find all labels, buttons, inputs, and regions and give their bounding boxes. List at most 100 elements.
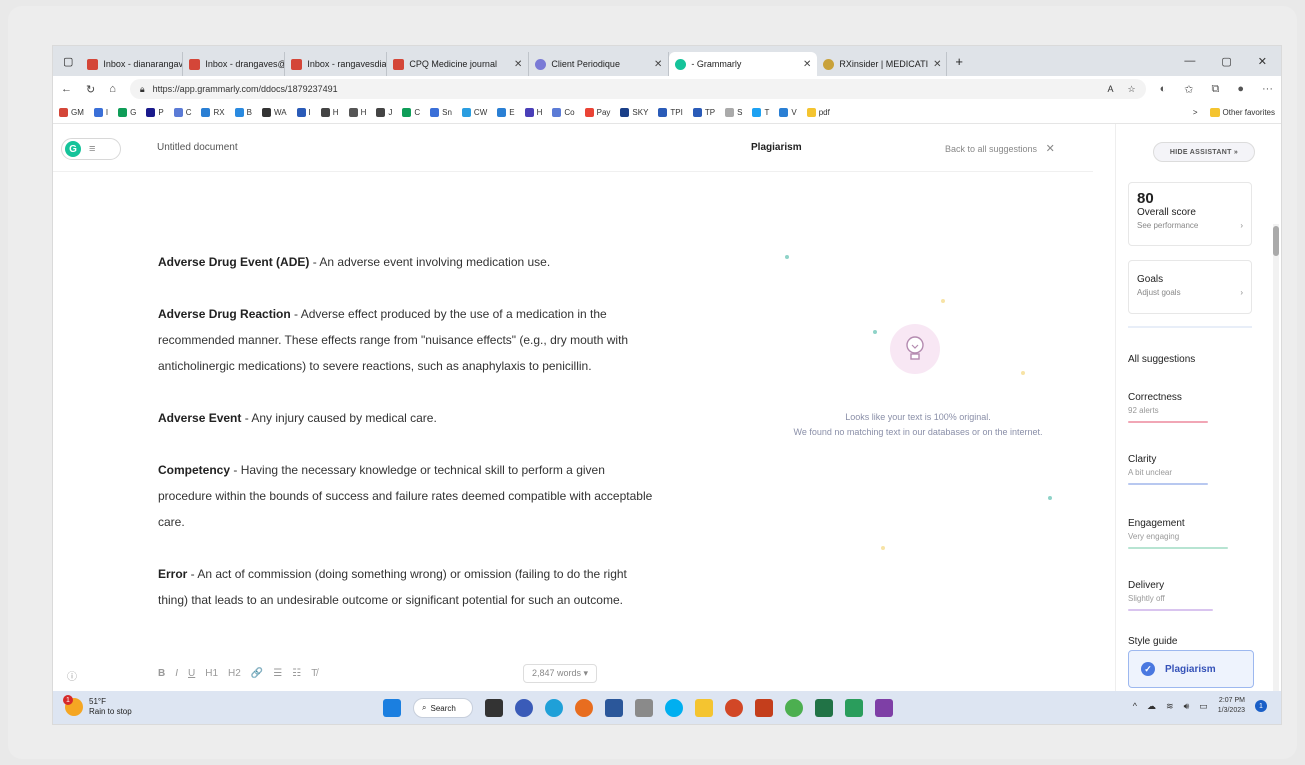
bookmark-item[interactable]: Co — [552, 108, 575, 117]
bookmark-item[interactable]: GM — [59, 108, 84, 117]
underline-button[interactable]: U — [188, 668, 195, 679]
document-body[interactable]: Adverse Drug Event (ADE) - An adverse ev… — [158, 249, 658, 639]
hide-assistant-button[interactable]: HIDE ASSISTANT » — [1153, 142, 1255, 162]
bookmark-item[interactable]: V — [779, 108, 797, 117]
italic-button[interactable]: I — [175, 668, 178, 679]
close-window-icon[interactable]: ✕ — [1258, 55, 1267, 68]
tray-chevron-icon[interactable]: ^ — [1133, 701, 1137, 711]
other-favorites-folder[interactable]: Other favorites — [1209, 108, 1275, 117]
chrome-icon[interactable] — [785, 699, 803, 717]
bookmark-item[interactable]: RX — [201, 108, 225, 117]
cloud-icon[interactable]: ☁ — [1147, 701, 1156, 712]
file-explorer-icon[interactable] — [695, 699, 713, 717]
bookmark-item[interactable]: C — [173, 108, 191, 117]
read-aloud-icon[interactable]: A — [1108, 84, 1114, 95]
tab-grammarly[interactable]: - Grammarly ✕ — [669, 52, 818, 76]
bookmark-item[interactable]: C — [402, 108, 420, 117]
battery-icon[interactable]: ▭ — [1199, 701, 1208, 712]
suggestion-style-guide[interactable]: Style guide — [1128, 636, 1248, 650]
bookmark-item[interactable]: H — [320, 108, 339, 117]
bookmark-item[interactable]: G — [118, 108, 136, 117]
url-field[interactable]: 🔒︎ https://app.grammarly.com/ddocs/18792… — [129, 79, 1146, 99]
close-icon[interactable]: ✕ — [1046, 143, 1055, 155]
tab-gmail-2[interactable]: Inbox - drangaves@g✕ — [183, 52, 286, 76]
tab-client-periodique[interactable]: Client Periodique ✕ — [529, 52, 670, 76]
bullet-list-button[interactable]: ☷ — [292, 668, 301, 679]
heading2-button[interactable]: H2 — [228, 668, 241, 679]
overall-score-card[interactable]: 80 Overall score See performance › — [1128, 182, 1252, 246]
bookmark-item[interactable]: TP — [692, 108, 715, 117]
document-title[interactable]: Untitled document — [157, 142, 238, 153]
bookmark-item[interactable]: pdf — [806, 108, 830, 117]
suggestion-clarity[interactable]: Clarity A bit unclear — [1128, 454, 1248, 485]
word-count-button[interactable]: 2,847 words ▾ — [523, 664, 598, 683]
link-button[interactable]: 🔗 — [251, 668, 263, 679]
bookmark-item[interactable]: WA — [261, 108, 287, 117]
back-icon[interactable]: ← — [61, 83, 72, 95]
bookmarks-more-button[interactable]: > — [1193, 108, 1198, 117]
favorites-icon[interactable]: ✩ — [1184, 83, 1193, 96]
heading1-button[interactable]: H1 — [205, 668, 218, 679]
all-suggestions-tab[interactable]: All suggestions — [1128, 354, 1248, 365]
more-menu-icon[interactable]: ··· — [1262, 83, 1273, 96]
refresh-icon[interactable]: ↻ — [86, 83, 95, 96]
back-to-suggestions-link[interactable]: Back to all suggestions ✕ — [945, 142, 1055, 155]
maximize-icon[interactable]: ▢ — [1221, 55, 1231, 68]
bookmark-item[interactable]: E — [497, 108, 515, 117]
skype-icon[interactable] — [665, 699, 683, 717]
ordered-list-button[interactable]: ☰ — [273, 668, 282, 679]
minimize-icon[interactable]: — — [1184, 55, 1195, 68]
home-icon[interactable]: ⌂ — [109, 83, 116, 95]
bookmark-item[interactable]: B — [234, 108, 252, 117]
powerpoint-icon[interactable] — [725, 699, 743, 717]
new-tab-button[interactable]: + — [955, 54, 963, 69]
tab-rxinsider[interactable]: RXinsider | MEDICATI ✕ — [817, 52, 948, 76]
goals-card[interactable]: Goals Adjust goals › — [1128, 260, 1252, 314]
weather-widget[interactable]: 1 51°F Rain to stop — [63, 695, 132, 717]
page-scrollbar[interactable] — [1273, 224, 1279, 724]
volume-icon[interactable]: 🔊︎ — [1184, 701, 1190, 712]
close-tab-icon[interactable]: ✕ — [514, 59, 522, 70]
bookmark-item[interactable]: I — [93, 108, 108, 117]
wifi-icon[interactable]: ≋ — [1166, 701, 1174, 712]
bookmark-item[interactable]: TPI — [658, 108, 683, 117]
bookmark-item[interactable]: J — [376, 108, 392, 117]
edge-icon[interactable] — [545, 699, 563, 717]
close-tab-icon[interactable]: ✕ — [803, 59, 811, 70]
tab-actions-icon[interactable]: ▢ — [63, 55, 73, 68]
clear-format-button[interactable]: T̸ — [311, 668, 317, 679]
suggestion-delivery[interactable]: Delivery Slightly off — [1128, 580, 1248, 611]
close-tab-icon[interactable]: ✕ — [654, 59, 662, 70]
task-view-icon[interactable] — [485, 699, 503, 717]
bookmark-item[interactable]: SKY — [620, 108, 648, 117]
publisher-icon[interactable] — [845, 699, 863, 717]
plagiarism-button[interactable]: ✓ Plagiarism — [1128, 650, 1254, 688]
extension-icon[interactable]: ◐ — [1160, 83, 1167, 96]
bookmark-item[interactable]: T — [752, 108, 769, 117]
bold-button[interactable]: B — [158, 668, 165, 679]
bookmark-item[interactable]: CW — [461, 108, 487, 117]
suggestion-correctness[interactable]: Correctness 92 alerts — [1128, 392, 1248, 423]
calculator-icon[interactable] — [635, 699, 653, 717]
office-icon[interactable] — [755, 699, 773, 717]
bookmark-item[interactable]: S — [725, 108, 742, 117]
taskbar-search[interactable]: ⌕ Search — [413, 698, 473, 718]
scrollbar-thumb[interactable] — [1273, 226, 1279, 256]
clock[interactable]: 2:07 PM 1/3/2023 — [1218, 696, 1245, 716]
close-tab-icon[interactable]: ✕ — [933, 59, 941, 70]
chat-icon[interactable] — [515, 699, 533, 717]
suggestion-engagement[interactable]: Engagement Very engaging — [1128, 518, 1248, 549]
tab-gmail-1[interactable]: Inbox - dianarangave✕ — [81, 52, 184, 76]
tab-cpq-journal[interactable]: CPQ Medicine journal ✕ — [387, 52, 530, 76]
bookmark-item[interactable]: P — [146, 108, 164, 117]
help-icon[interactable]: ⓘ — [67, 668, 77, 683]
bookmark-item[interactable]: H — [348, 108, 366, 117]
bookmark-item[interactable]: Pay — [584, 108, 610, 117]
bookmark-item[interactable]: I — [296, 108, 311, 117]
notification-badge[interactable]: 1 — [1255, 700, 1267, 712]
firefox-icon[interactable] — [575, 699, 593, 717]
grammarly-menu-button[interactable]: G ≡ — [61, 138, 121, 160]
bookmark-item[interactable]: Sn — [430, 108, 452, 117]
onenote-icon[interactable] — [875, 699, 893, 717]
profile-avatar-icon[interactable]: ● — [1237, 83, 1244, 96]
